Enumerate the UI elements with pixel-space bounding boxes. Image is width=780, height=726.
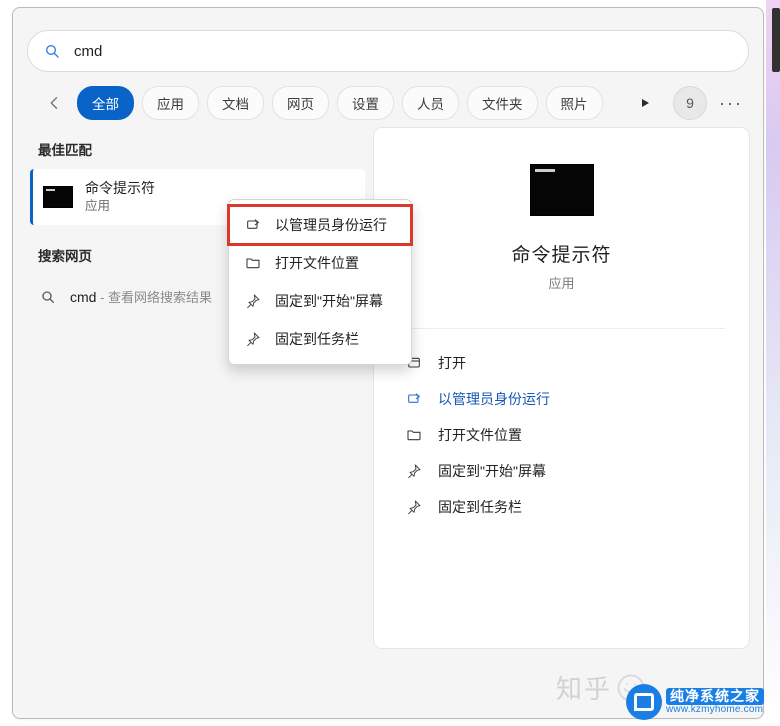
preview-actions: 打开 以管理员身份运行 打开文件位置 固定到"开始"屏幕 — [374, 328, 749, 525]
filter-tab-people[interactable]: 人员 — [402, 86, 459, 120]
search-bar[interactable] — [27, 30, 749, 72]
ctx-open-location[interactable]: 打开文件位置 — [229, 244, 411, 282]
folder-icon — [245, 255, 261, 271]
web-result-text: cmd - 查看网络搜索结果 — [70, 287, 212, 307]
preview-pane: 命令提示符 应用 打开 以管理员身份运行 打开文件位置 — [374, 128, 749, 648]
admin-icon — [406, 391, 422, 407]
context-menu: 以管理员身份运行 打开文件位置 固定到"开始"屏幕 固定到任务栏 — [228, 199, 412, 365]
ctx-pin-start[interactable]: 固定到"开始"屏幕 — [229, 282, 411, 320]
pin-icon — [245, 293, 261, 309]
site-logo-icon — [626, 684, 662, 720]
filter-row: 全部 应用 文档 网页 设置 人员 文件夹 照片 9 ··· — [41, 86, 749, 120]
site-en: www.kzmyhome.com — [666, 705, 764, 716]
site-watermark: 纯净系统之家 www.kzmyhome.com — [626, 678, 780, 726]
ctx-location-label: 打开文件位置 — [275, 253, 359, 273]
filter-tab-all[interactable]: 全部 — [77, 86, 134, 120]
search-input[interactable] — [72, 42, 732, 61]
preview-subtitle: 应用 — [548, 273, 574, 292]
pin-icon — [406, 463, 422, 479]
action-admin-label: 以管理员身份运行 — [438, 389, 717, 409]
web-query: cmd — [70, 289, 96, 305]
filter-tab-apps[interactable]: 应用 — [142, 86, 199, 120]
zhihu-text: 知乎 — [556, 669, 612, 706]
action-location-label: 打开文件位置 — [438, 425, 717, 445]
ctx-pin-start-label: 固定到"开始"屏幕 — [275, 291, 383, 311]
cmd-icon — [43, 186, 73, 208]
ctx-pin-taskbar-label: 固定到任务栏 — [275, 329, 359, 349]
ctx-admin-label: 以管理员身份运行 — [275, 215, 387, 235]
admin-icon — [245, 217, 261, 233]
filter-tab-photos[interactable]: 照片 — [546, 86, 603, 120]
background-decoration — [766, 0, 780, 726]
action-pin-taskbar-label: 固定到任务栏 — [438, 497, 717, 517]
best-match-subtitle: 应用 — [85, 198, 155, 215]
ctx-pin-taskbar[interactable]: 固定到任务栏 — [229, 320, 411, 358]
pin-icon — [245, 331, 261, 347]
ctx-run-as-admin[interactable]: 以管理员身份运行 — [229, 206, 411, 244]
badge-count[interactable]: 9 — [673, 86, 707, 120]
action-pin-start[interactable]: 固定到"开始"屏幕 — [398, 453, 725, 489]
action-open-location[interactable]: 打开文件位置 — [398, 417, 725, 453]
filter-tab-folders[interactable]: 文件夹 — [467, 86, 538, 120]
search-icon — [44, 43, 60, 59]
site-cn: 纯净系统之家 — [666, 688, 764, 705]
preview-app-icon — [530, 164, 594, 216]
more-options-button[interactable]: ··· — [719, 93, 743, 114]
action-open[interactable]: 打开 — [398, 345, 725, 381]
action-pin-taskbar[interactable]: 固定到任务栏 — [398, 489, 725, 525]
best-match-text: 命令提示符 应用 — [85, 179, 155, 215]
play-button[interactable] — [629, 87, 661, 119]
action-pin-start-label: 固定到"开始"屏幕 — [438, 461, 717, 481]
best-match-title: 命令提示符 — [85, 179, 155, 198]
filter-tab-settings[interactable]: 设置 — [337, 86, 394, 120]
site-watermark-text: 纯净系统之家 www.kzmyhome.com — [666, 688, 764, 715]
back-button[interactable] — [41, 89, 69, 117]
filter-tab-documents[interactable]: 文档 — [207, 86, 264, 120]
search-icon — [40, 289, 56, 305]
web-hint: - 查看网络搜索结果 — [96, 290, 212, 305]
action-run-as-admin[interactable]: 以管理员身份运行 — [398, 381, 725, 417]
best-match-header: 最佳匹配 — [30, 133, 365, 169]
pin-icon — [406, 499, 422, 515]
folder-icon — [406, 427, 422, 443]
filter-right-controls: 9 ··· — [629, 86, 749, 120]
preview-title: 命令提示符 — [511, 240, 611, 267]
filter-tab-web[interactable]: 网页 — [272, 86, 329, 120]
action-open-label: 打开 — [438, 353, 717, 373]
divider — [398, 328, 725, 329]
background-scrollbar — [772, 8, 780, 72]
